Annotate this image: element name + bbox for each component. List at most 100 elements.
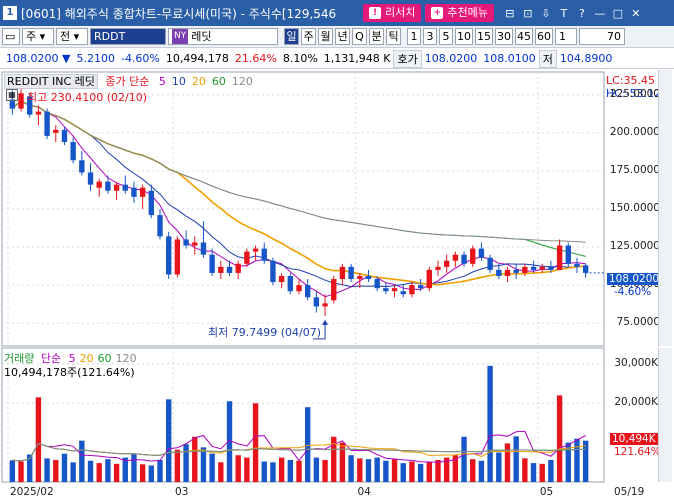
window-title: [0601] 해외주식 종합차트-무료시세(미국) - 주식수[129,546	[21, 6, 337, 21]
bulb-icon: !	[369, 7, 381, 19]
volume-panel-scrollbar[interactable]	[658, 348, 672, 482]
period-tab-6[interactable]: 틱	[386, 28, 401, 45]
market-select[interactable]: 주 ▾	[22, 28, 54, 45]
volume-bar	[400, 463, 406, 482]
date-tick-label: 2025/02	[10, 486, 54, 498]
interval-button-30[interactable]: 30	[495, 28, 513, 45]
volume-rate: 21.64%	[234, 52, 277, 65]
candle-body	[200, 242, 207, 255]
chart-area[interactable]: REDDIT INC 레딧 종가 단순 5 10 20 60 120 ▦ 최고 230.…	[0, 70, 674, 501]
period-tab-2[interactable]: 월	[318, 28, 333, 45]
candle-body	[226, 266, 233, 273]
stock-title-ko: 레딧	[74, 75, 95, 88]
candle-body	[504, 269, 511, 276]
low-price: 104.8900	[559, 52, 613, 65]
bid-price: 108.0100	[483, 52, 536, 65]
chart-type-icon[interactable]: ▭	[2, 28, 20, 45]
quote-info-bar: 108.0200 ▼ 5.2100 -4.60% 10,494,178 21.6…	[0, 49, 674, 69]
candle-body	[131, 187, 137, 197]
price-tick-label: 225.0000	[609, 87, 660, 100]
candle-body	[278, 275, 285, 283]
volume-bar	[96, 463, 102, 482]
candle-body	[35, 111, 42, 115]
interval-button-10[interactable]: 10	[455, 28, 473, 45]
candle-body	[539, 266, 545, 270]
font-icon[interactable]: T	[556, 7, 572, 20]
volume-bar	[417, 463, 424, 482]
research-button[interactable]: ! 리서치	[363, 4, 422, 22]
candle-body	[391, 288, 398, 292]
tile-icon[interactable]: ⊡	[520, 7, 536, 20]
exchange-select[interactable]: 전 ▾	[56, 28, 88, 45]
interval-button-15[interactable]: 15	[475, 28, 493, 45]
volume-bar	[496, 452, 502, 482]
price-panel-scrollbar[interactable]	[658, 70, 672, 346]
period-tabs: 일주월년Q분틱	[282, 28, 401, 45]
window-controls: ⊟ ⊡ ⇩ T ? — □ ✕	[502, 7, 644, 20]
period-tab-1[interactable]: 주	[301, 28, 316, 45]
candle-body	[374, 279, 380, 289]
volume-bar	[61, 453, 68, 482]
ma-legend-5: 5	[158, 75, 166, 88]
trade-amount-unit: K	[383, 52, 391, 65]
bar-count-input[interactable]: 70	[579, 28, 625, 45]
recommend-menu-button[interactable]: + 추천메뉴	[425, 4, 494, 22]
help-icon[interactable]: ?	[574, 7, 590, 20]
interval-button-45[interactable]: 45	[515, 28, 533, 45]
period-tab-3[interactable]: 년	[335, 28, 350, 45]
volume-bar	[339, 442, 346, 482]
candle-body	[79, 160, 85, 173]
download-icon[interactable]: ⇩	[538, 7, 554, 20]
period-tab-4[interactable]: Q	[352, 28, 367, 45]
volume-bar	[574, 438, 580, 482]
volume-value-note: 10,494,178주(121.64%)	[4, 366, 135, 379]
symbol-input[interactable]: RDDT	[90, 28, 166, 45]
period-tab-5[interactable]: 분	[369, 28, 384, 45]
candle-body	[61, 129, 68, 143]
ask-price: 108.0200	[424, 52, 478, 65]
volume-bar	[530, 463, 537, 482]
stock-name: 레딧	[191, 30, 212, 43]
maximize-icon[interactable]: □	[610, 7, 626, 20]
interval-select-value: 1	[559, 30, 566, 43]
stock-name-field[interactable]: NY 레딧	[168, 28, 278, 45]
candle-body	[530, 266, 537, 270]
candle-body	[70, 142, 76, 161]
candle-body	[183, 239, 189, 246]
interval-button-1[interactable]: 1	[407, 28, 421, 45]
recommend-menu-label: 추천메뉴	[447, 6, 488, 19]
candle-body	[461, 254, 467, 264]
interval-button-5[interactable]: 5	[439, 28, 453, 45]
candle-body	[270, 260, 276, 283]
volume-bar	[53, 459, 59, 482]
close-series-label: 종가 단순	[105, 75, 150, 88]
calendar-icon[interactable]: ▦	[6, 89, 18, 101]
volume-bar	[348, 455, 354, 482]
period-tab-0[interactable]: 일	[284, 28, 299, 45]
volume-bar	[105, 459, 111, 482]
interval-button-60[interactable]: 60	[535, 28, 553, 45]
current-volume-tag: 10,494K	[610, 433, 658, 445]
ask-label: 호가	[393, 49, 422, 68]
volume-bar	[218, 462, 224, 482]
minimize-icon[interactable]: —	[592, 7, 608, 20]
volume-bar	[35, 397, 42, 482]
chart-toolbar: ▭ 주 ▾ 전 ▾ RDDT NY 레딧 일주월년Q분틱 1 3 5 10 15 30 45 6…	[0, 26, 674, 48]
candle-body	[148, 190, 155, 216]
window-number-badge: 1	[3, 6, 17, 20]
candle-body	[496, 269, 502, 276]
candlestick-chart[interactable]	[0, 70, 674, 501]
candle-body	[18, 93, 24, 109]
interval-button-3[interactable]: 3	[423, 28, 437, 45]
layout-icon[interactable]: ⊟	[502, 7, 518, 20]
volume-bar	[278, 457, 285, 482]
interval-select[interactable]: 1	[555, 28, 577, 45]
volume-bar	[357, 458, 363, 482]
ma-legend-60: 60	[211, 75, 226, 88]
volume-value: 10,494,178	[165, 52, 229, 65]
price-tick-label: 75.0000	[616, 316, 660, 329]
ma-legend-10: 10	[171, 75, 186, 88]
close-icon[interactable]: ✕	[628, 7, 644, 20]
trade-amount-value: 1,131,948	[323, 52, 380, 65]
volume-bar	[374, 457, 380, 482]
